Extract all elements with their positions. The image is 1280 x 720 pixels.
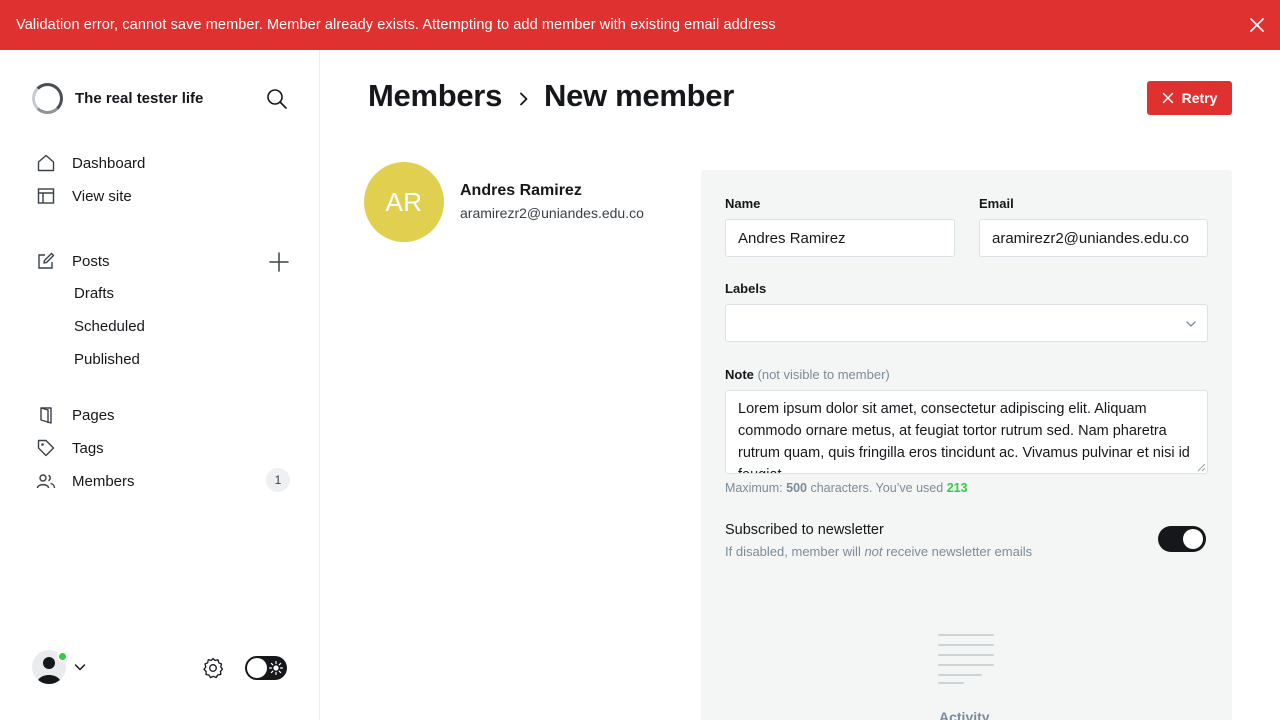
- users-icon: [36, 471, 56, 491]
- member-avatar: AR: [364, 162, 444, 242]
- sidebar-item-label: View site: [72, 187, 132, 205]
- sidebar-item-label: Posts: [72, 252, 110, 270]
- pencil-square-icon: [36, 251, 56, 271]
- sidebar-item-members[interactable]: Members: [36, 468, 135, 494]
- email-label: Email: [979, 196, 1014, 211]
- newsletter-toggle[interactable]: [1158, 526, 1206, 552]
- pages-icon: [36, 405, 56, 425]
- site-brand[interactable]: The real tester life: [32, 83, 203, 114]
- member-name: Andres Ramirez: [460, 182, 582, 199]
- email-field[interactable]: aramirezr2@uniandes.edu.co: [979, 219, 1208, 257]
- new-post-plus-icon[interactable]: [267, 250, 291, 274]
- counter-max: 500: [786, 481, 807, 495]
- name-label: Name: [725, 196, 761, 211]
- error-alert-bar: Validation error, cannot save member. Me…: [0, 0, 1280, 50]
- close-icon[interactable]: [1248, 16, 1266, 34]
- tag-icon: [36, 438, 56, 458]
- breadcrumb: Members New member: [368, 78, 734, 114]
- newsletter-desc-after: receive newsletter emails: [886, 544, 1033, 559]
- sidebar-item-label: Tags: [72, 439, 104, 457]
- counter-mid: characters. You’ve used: [810, 481, 944, 495]
- dark-mode-toggle[interactable]: [245, 656, 287, 680]
- retry-button-label: Retry: [1181, 90, 1218, 106]
- chevron-down-icon: [1186, 321, 1196, 327]
- sidebar-item-scheduled[interactable]: Scheduled: [74, 316, 145, 338]
- sun-icon: [269, 661, 283, 675]
- sidebar-item-label: Pages: [72, 406, 115, 424]
- sidebar-item-tags[interactable]: Tags: [36, 435, 104, 461]
- note-text: Lorem ipsum dolor sit amet, consectetur …: [738, 401, 1190, 473]
- note-label-hint: (not visible to member): [757, 367, 890, 382]
- chevron-right-icon: [520, 92, 528, 106]
- online-status-dot: [57, 651, 68, 662]
- newsletter-desc-em: not: [864, 544, 883, 559]
- counter-used: 213: [946, 481, 968, 495]
- sidebar-item-label: Members: [72, 472, 135, 490]
- newsletter-description: If disabled, member will not receive new…: [725, 544, 1032, 559]
- member-email: aramirezr2@uniandes.edu.co: [460, 205, 644, 221]
- page-title: New member: [544, 78, 734, 113]
- sidebar-item-posts[interactable]: Posts: [36, 248, 110, 274]
- search-icon[interactable]: [265, 87, 289, 111]
- error-alert-message: Validation error, cannot save member. Me…: [16, 17, 776, 33]
- note-textarea[interactable]: Lorem ipsum dolor sit amet, consectetur …: [725, 390, 1208, 474]
- site-title: The real tester life: [75, 90, 204, 107]
- chevron-down-icon[interactable]: [74, 661, 86, 673]
- sidebar-item-pages[interactable]: Pages: [36, 402, 115, 428]
- retry-button[interactable]: Retry: [1147, 81, 1232, 115]
- sidebar-item-view-site[interactable]: View site: [36, 183, 132, 209]
- name-field[interactable]: Andres Ramirez: [725, 219, 955, 257]
- note-label: Note (not visible to member): [725, 367, 890, 382]
- activity-list-icon: [938, 634, 994, 684]
- note-character-counter: Maximum: 500 characters. You’ve used 213: [725, 481, 968, 495]
- sidebar-item-dashboard[interactable]: Dashboard: [36, 150, 145, 176]
- sidebar: The real tester life Dashboard View site…: [0, 50, 320, 720]
- close-icon: [1162, 92, 1173, 104]
- activity-label: Activity: [939, 709, 990, 720]
- counter-prefix: Maximum:: [725, 481, 783, 495]
- note-label-text: Note: [725, 367, 754, 382]
- site-logo-icon: [32, 83, 63, 114]
- sidebar-item-label: Dashboard: [72, 154, 146, 172]
- browser-window-icon: [36, 186, 56, 206]
- newsletter-desc-before: If disabled, member will: [725, 544, 861, 559]
- home-icon: [36, 153, 56, 173]
- labels-label: Labels: [725, 281, 767, 296]
- labels-select[interactable]: [725, 304, 1208, 342]
- members-count-badge: 1: [266, 468, 290, 492]
- toggle-knob: [247, 658, 267, 678]
- sidebar-item-published[interactable]: Published: [74, 349, 140, 371]
- gear-icon[interactable]: [201, 656, 225, 680]
- newsletter-title: Subscribed to newsletter: [725, 522, 884, 538]
- sidebar-item-drafts[interactable]: Drafts: [74, 283, 114, 305]
- resize-handle-icon[interactable]: [1196, 462, 1206, 472]
- toggle-knob: [1183, 529, 1203, 549]
- breadcrumb-members-link[interactable]: Members: [368, 78, 502, 114]
